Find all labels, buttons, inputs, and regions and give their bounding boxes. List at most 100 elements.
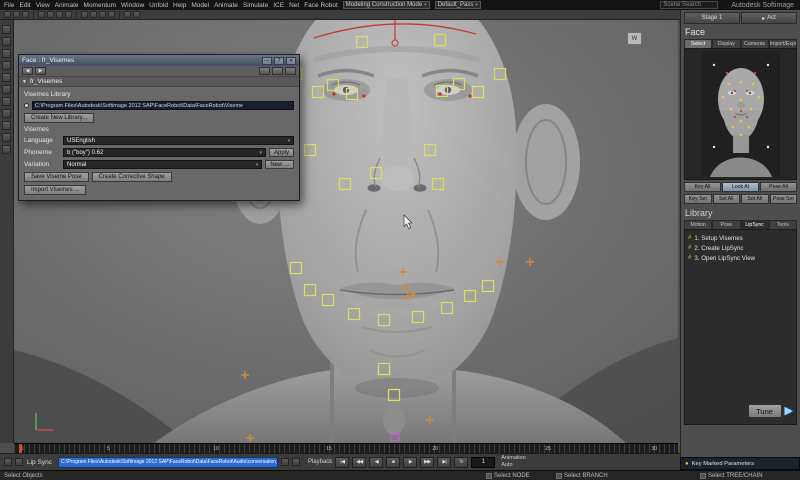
toolbar-icon[interactable] (133, 11, 140, 18)
tune-play-icon[interactable]: ▶ (785, 405, 793, 417)
menu-item[interactable]: Edit (19, 2, 30, 9)
fast-forward-button[interactable]: ▶▶ (420, 456, 435, 468)
audio-clip-field[interactable]: C:\Program Files\Autodesk\Softimage 2012… (57, 456, 278, 468)
phoneme-select[interactable]: b ("boy") 0.62 ▾ (63, 148, 266, 157)
menu-item[interactable]: Animate (55, 2, 79, 9)
key-marked-parameters-button[interactable]: ● Key Marked Parameters (680, 457, 800, 470)
scene-search-input[interactable]: Scene Search (660, 1, 719, 9)
tab-motion[interactable]: Motion (684, 220, 713, 229)
sel-all-button[interactable]: Sel All (712, 194, 740, 204)
variation-select[interactable]: Normal ▾ (63, 160, 263, 169)
go-start-button[interactable]: |◀ (335, 456, 350, 468)
toolbar-icon[interactable] (90, 11, 97, 18)
create-new-library-button[interactable]: Create New Library... (24, 113, 95, 123)
menu-item[interactable]: Net (289, 2, 299, 9)
node-section-header[interactable]: ▼ fr_Visemes (19, 77, 299, 87)
face-selector-image[interactable] (684, 48, 797, 180)
tune-button[interactable]: Tune (747, 404, 782, 418)
toolbar-icon[interactable] (124, 11, 131, 18)
toolbar-icon[interactable] (38, 11, 45, 18)
new-variation-button[interactable]: New ... (265, 160, 294, 169)
menu-item[interactable]: Help (173, 2, 186, 9)
select-branch-button[interactable]: Select BRANCH (556, 472, 608, 479)
stop-button[interactable]: ■ (386, 456, 401, 468)
toolbar-icon[interactable] (47, 11, 54, 18)
select-node-button[interactable]: Select NODE (486, 472, 530, 479)
toolbar-icon[interactable] (56, 11, 63, 18)
menu-item[interactable]: Face Robot (304, 2, 338, 9)
render-pass-select[interactable]: Default_Pass ▾ (434, 1, 481, 9)
pin-icon[interactable] (285, 67, 296, 75)
menu-item[interactable]: Momentum (84, 2, 117, 9)
lock-icon[interactable] (272, 67, 283, 75)
toolbar-icon[interactable] (108, 11, 115, 18)
nav-back-icon[interactable]: ◀ (22, 67, 33, 75)
menu-item[interactable]: Animate (214, 2, 238, 9)
tab-cameras[interactable]: Cameras (740, 39, 769, 48)
browse-audio-icon[interactable] (280, 458, 289, 466)
tool-icon[interactable] (2, 49, 11, 58)
construction-mode-select[interactable]: Modeling Construction Mode ▾ (342, 1, 430, 9)
tool-icon[interactable] (2, 121, 11, 130)
set-all-button[interactable]: Set All (741, 194, 769, 204)
step-back-button[interactable]: ◀ (369, 456, 384, 468)
loop-button[interactable]: ↻ (454, 456, 469, 468)
play-button[interactable]: ▶ (403, 456, 418, 468)
tab-lipsync[interactable]: LipSync (740, 220, 769, 229)
tool-icon[interactable] (2, 145, 11, 154)
tool-icon[interactable] (2, 133, 11, 142)
menu-item[interactable]: Unfold (149, 2, 168, 9)
list-item-setup-visemes[interactable]: # 1. Setup Visemes (687, 233, 794, 243)
dialog-titlebar[interactable]: Face : fr_Visemes — ? ✕ (19, 55, 299, 66)
tool-icon[interactable] (2, 73, 11, 82)
tool-icon[interactable] (2, 85, 11, 94)
stage-select[interactable]: Stage 1 (684, 12, 740, 24)
go-end-button[interactable]: ▶| (437, 456, 452, 468)
import-visemes-button[interactable]: Import Visemes ... (24, 185, 87, 195)
refresh-icon[interactable] (259, 67, 270, 75)
transport-tool-icon[interactable] (4, 458, 12, 466)
tool-icon[interactable] (2, 25, 11, 34)
menu-item[interactable]: Window (121, 2, 144, 9)
minimize-icon[interactable]: — (262, 56, 272, 65)
tab-pose[interactable]: Pose (712, 220, 741, 229)
create-corrective-shape-button[interactable]: Create Corrective Shape (91, 172, 172, 182)
language-select[interactable]: USEnglish ▾ (63, 136, 294, 145)
current-frame-field[interactable]: 1 (471, 456, 496, 468)
key-sel-button[interactable]: Key Sel (684, 194, 712, 204)
toolbar-icon[interactable] (65, 11, 72, 18)
toolbar-icon[interactable] (13, 11, 20, 18)
select-tree-chain-button[interactable]: Select TREE/CHAIN (700, 472, 763, 479)
menu-item[interactable]: Simulate (243, 2, 268, 9)
viewport-memo-button[interactable]: W (627, 32, 642, 45)
pose-sel-button[interactable]: Pose Sel (769, 194, 797, 204)
tool-icon[interactable] (2, 109, 11, 118)
help-icon[interactable]: ? (274, 56, 284, 65)
speaker-icon[interactable] (15, 458, 23, 466)
apply-button[interactable]: Apply (268, 148, 294, 157)
list-item-create-lipsync[interactable]: # 2. Create LipSync (687, 243, 794, 253)
tool-icon[interactable] (2, 37, 11, 46)
tool-icon[interactable] (2, 97, 11, 106)
auto-key-toggle[interactable]: Auto (501, 462, 525, 469)
close-icon[interactable]: ✕ (286, 56, 296, 65)
timeline-ruler[interactable]: 1 5 10 15 20 25 30 (14, 443, 678, 454)
save-viseme-pose-button[interactable]: Save Viseme Pose (24, 172, 89, 182)
tool-icon[interactable] (2, 61, 11, 70)
toolbar-icon[interactable] (4, 11, 11, 18)
tab-display[interactable]: Display (712, 39, 741, 48)
look-at-button[interactable]: Look At (722, 182, 759, 192)
fast-rewind-button[interactable]: ◀◀ (352, 456, 367, 468)
nav-forward-icon[interactable]: ▶ (35, 67, 46, 75)
key-all-button[interactable]: Key All (684, 182, 721, 192)
toolbar-icon[interactable] (99, 11, 106, 18)
animation-menu[interactable]: Animation (501, 455, 525, 462)
tab-import-export[interactable]: Import/Export (768, 39, 797, 48)
act-mode-button[interactable]: ▸ Act (741, 12, 797, 24)
menu-item[interactable]: File (4, 2, 14, 9)
menu-item[interactable]: Model (191, 2, 209, 9)
toolbar-icon[interactable] (81, 11, 88, 18)
menu-item[interactable]: ICE (273, 2, 284, 9)
pose-all-button[interactable]: Pose All (760, 182, 797, 192)
list-item-open-lipsync-view[interactable]: # 3. Open LipSync View (687, 253, 794, 263)
